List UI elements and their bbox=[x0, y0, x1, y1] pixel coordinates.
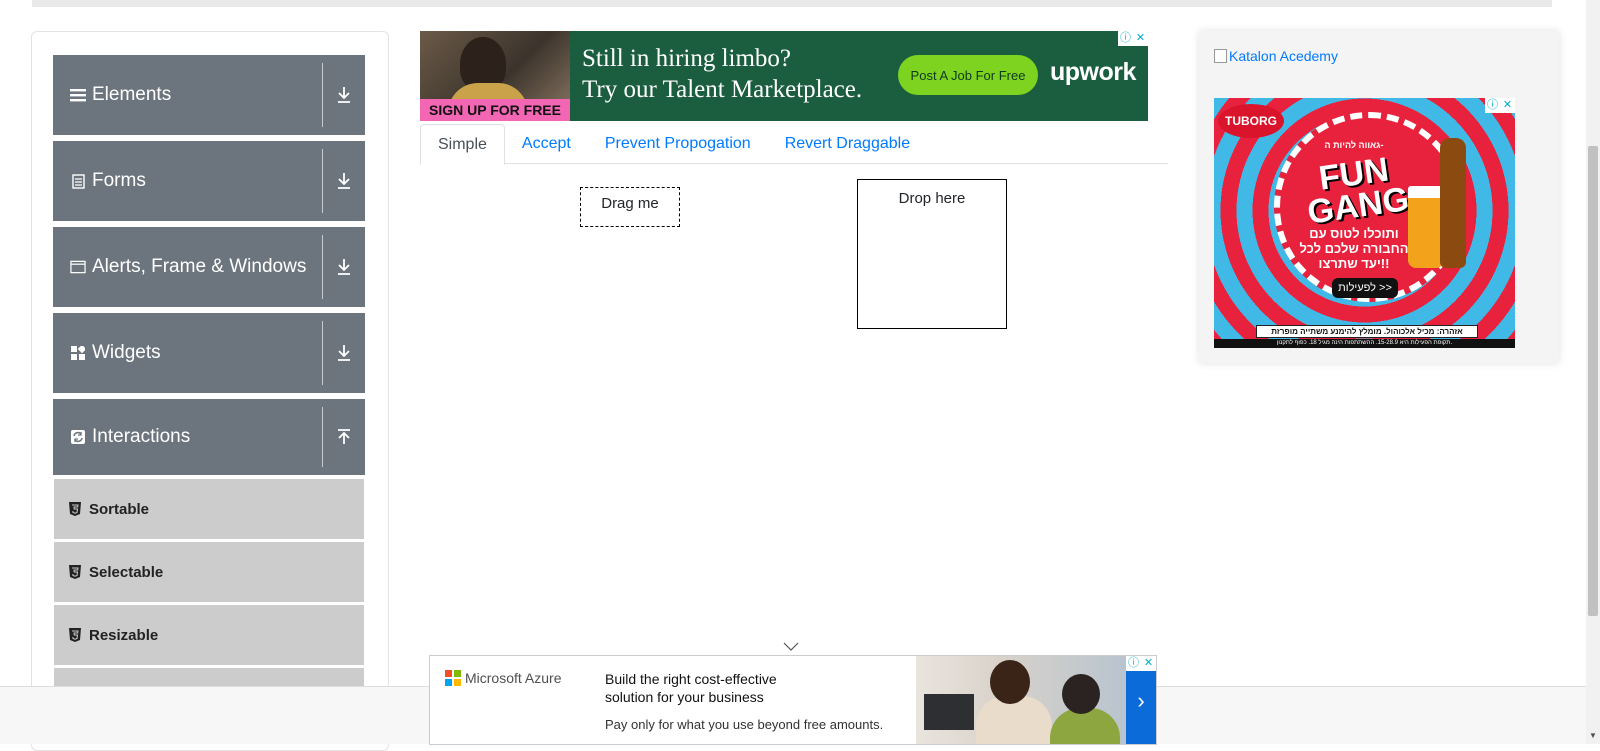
upwork-ad-banner[interactable]: SIGN UP FOR FREE Still in hiring limbo? … bbox=[420, 31, 1148, 121]
ad-controls: ⓘ ✕ bbox=[1485, 98, 1515, 113]
sidebar-group-label: Widgets bbox=[92, 342, 161, 363]
ad-photo bbox=[916, 656, 1126, 744]
tuborg-logo: TUBORG bbox=[1218, 104, 1284, 138]
sidebar-group-alerts-frame-windows[interactable]: Alerts, Frame & Windows bbox=[53, 227, 365, 307]
divider bbox=[322, 149, 323, 213]
download-arrow-icon[interactable] bbox=[333, 313, 355, 393]
ad-info-icon[interactable]: ⓘ bbox=[1118, 31, 1133, 46]
azure-brand-label: Microsoft Azure bbox=[465, 670, 562, 686]
top-band bbox=[32, 0, 1552, 7]
tab-accept[interactable]: Accept bbox=[505, 124, 588, 164]
scroll-down-arrow-icon[interactable]: ▼ bbox=[1589, 731, 1597, 740]
sidebar-item-label: Sortable bbox=[89, 500, 150, 518]
ad-signup-label[interactable]: SIGN UP FOR FREE bbox=[420, 99, 570, 121]
azure-ad-banner[interactable]: Microsoft Azure Build the right cost-eff… bbox=[429, 655, 1157, 745]
html5-icon bbox=[69, 628, 81, 642]
ad-controls: ⓘ ✕ bbox=[1118, 31, 1148, 46]
download-arrow-icon[interactable] bbox=[333, 141, 355, 221]
beer-glass-icon bbox=[1408, 186, 1444, 268]
sidebar-group-widgets[interactable]: Widgets bbox=[53, 313, 365, 393]
tab-bar: Simple Accept Prevent Propogation Revert… bbox=[420, 124, 1168, 165]
ad-close-icon[interactable]: ✕ bbox=[1141, 656, 1156, 671]
left-sidebar: Elements Forms Alerts, Frame & Windows W… bbox=[31, 31, 389, 751]
download-arrow-icon[interactable] bbox=[333, 55, 355, 135]
document-icon bbox=[70, 173, 86, 189]
beer-bottle-icon bbox=[1440, 138, 1466, 268]
sidebar-group-label: Elements bbox=[92, 84, 172, 105]
ad-info-icon[interactable]: ⓘ bbox=[1126, 656, 1141, 671]
divider bbox=[322, 63, 323, 127]
draggable-box[interactable]: Drag me bbox=[580, 187, 680, 227]
post-job-button[interactable]: Post A Job For Free bbox=[898, 55, 1038, 95]
tuborg-ad[interactable]: TUBORG גאווה להיות ה- FUN GANG ותוכלו לט… bbox=[1214, 98, 1515, 348]
chevron-down-icon[interactable] bbox=[783, 640, 799, 654]
ad-headline: Still in hiring limbo? Try our Talent Ma… bbox=[582, 43, 862, 105]
sidebar-group-label: Alerts, Frame & Windows bbox=[92, 256, 307, 277]
ad-close-icon[interactable]: ✕ bbox=[1133, 31, 1148, 46]
sidebar-item-selectable[interactable]: Selectable bbox=[54, 542, 364, 604]
window-icon bbox=[70, 259, 86, 275]
divider bbox=[322, 407, 323, 467]
ad-activity-button[interactable]: לפעילות >> bbox=[1332, 278, 1398, 298]
scrollbar-thumb[interactable] bbox=[1588, 146, 1598, 616]
sidebar-group-label: Interactions bbox=[92, 426, 191, 447]
html5-icon bbox=[69, 565, 81, 579]
interactions-icon bbox=[70, 429, 86, 445]
tab-simple[interactable]: Simple bbox=[420, 124, 505, 165]
ad-headline-line-2: Try our Talent Marketplace. bbox=[582, 76, 863, 103]
ad-warning: אזהרה: מכיל אלכוהול. מומלץ להימנע משתייה… bbox=[1256, 325, 1478, 338]
upload-arrow-icon[interactable] bbox=[333, 399, 355, 475]
divider bbox=[322, 321, 323, 385]
page-scrollbar[interactable]: ▼ bbox=[1586, 0, 1600, 744]
tab-revert-draggable[interactable]: Revert Draggable bbox=[768, 124, 927, 164]
ad-headline-line-1: Still in hiring limbo? bbox=[582, 45, 792, 72]
ad-controls: ⓘ ✕ bbox=[1126, 656, 1156, 671]
download-arrow-icon[interactable] bbox=[333, 227, 355, 307]
sidebar-item-label: Selectable bbox=[89, 563, 164, 581]
microsoft-logo-icon bbox=[445, 670, 461, 686]
azure-ad-headline: Build the right cost-effective solution … bbox=[605, 671, 777, 705]
katalon-broken-image[interactable]: Katalon Acedemy bbox=[1214, 48, 1338, 64]
ad-body-text: ותוכלו לטוס עם החבורה שלכם לכל יעד שתרצו… bbox=[1299, 226, 1409, 271]
sidebar-group-interactions[interactable]: Interactions bbox=[53, 399, 365, 475]
microsoft-azure-brand: Microsoft Azure bbox=[445, 670, 561, 686]
sidebar-group-forms[interactable]: Forms bbox=[53, 141, 365, 221]
right-ad-container: Katalon Acedemy TUBORG גאווה להיות ה- FU… bbox=[1199, 31, 1559, 363]
broken-image-icon bbox=[1214, 49, 1227, 63]
upwork-logo: upwork bbox=[1050, 58, 1136, 86]
broken-image-alt-text: Katalon Acedemy bbox=[1229, 48, 1338, 64]
ad-fineprint: תקופת הפעילות היא 15-28.9. ההשתתפות הינה… bbox=[1214, 339, 1515, 348]
azure-ad-subline: Pay only for what you use beyond free am… bbox=[605, 717, 884, 732]
ad-info-icon[interactable]: ⓘ bbox=[1485, 98, 1500, 113]
person-head bbox=[990, 660, 1030, 704]
list-icon bbox=[70, 87, 86, 103]
droppable-box[interactable]: Drop here bbox=[857, 179, 1007, 329]
tab-prevent-propogation[interactable]: Prevent Propogation bbox=[588, 124, 768, 164]
html5-icon bbox=[69, 502, 81, 516]
ad-close-icon[interactable]: ✕ bbox=[1500, 98, 1515, 113]
sidebar-group-label: Forms bbox=[92, 170, 146, 191]
sidebar-group-elements[interactable]: Elements bbox=[53, 55, 365, 135]
sidebar-item-label: Resizable bbox=[89, 626, 159, 644]
monitor-shape bbox=[924, 694, 974, 730]
widgets-icon bbox=[70, 345, 86, 361]
sidebar-item-resizable[interactable]: Resizable bbox=[54, 605, 364, 667]
divider bbox=[322, 235, 323, 299]
person-head bbox=[1062, 674, 1100, 714]
sidebar-item-sortable[interactable]: Sortable bbox=[54, 479, 364, 541]
